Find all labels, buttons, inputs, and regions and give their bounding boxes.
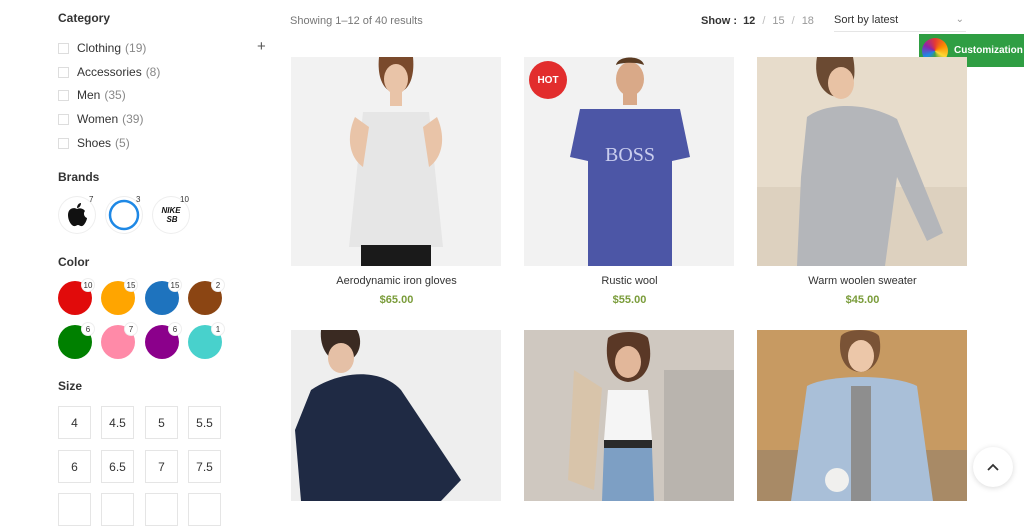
- size-title: Size: [58, 379, 83, 393]
- size-option[interactable]: [58, 493, 91, 526]
- product-image[interactable]: [757, 57, 967, 266]
- product-photo-woman-white-tank: [524, 330, 734, 501]
- product-name[interactable]: Aerodynamic iron gloves: [291, 275, 502, 287]
- product-image[interactable]: [291, 330, 501, 501]
- checkbox[interactable]: [58, 66, 69, 78]
- category-label: Accessories: [77, 65, 142, 79]
- customization-label: Customization: [954, 45, 1023, 56]
- color-count: 2: [212, 279, 224, 291]
- product-name[interactable]: Warm woolen sweater: [757, 275, 968, 287]
- category-label: Women: [77, 112, 119, 126]
- checkbox[interactable]: [58, 137, 69, 149]
- sort-label: Sort by latest: [834, 14, 899, 26]
- size-option[interactable]: 6: [58, 450, 91, 483]
- sort-select[interactable]: Sort by latest ⌄: [834, 11, 966, 32]
- size-option[interactable]: [145, 493, 178, 526]
- color-swatch-pink[interactable]: 7: [101, 323, 137, 359]
- show-option-18[interactable]: 18: [802, 15, 814, 27]
- category-title: Category: [58, 11, 111, 25]
- category-count: (8): [145, 65, 161, 79]
- category-count: (5): [115, 136, 130, 150]
- color-swatch-brown[interactable]: 2: [188, 279, 224, 315]
- product-photo-woman-navy-coat: [291, 330, 501, 501]
- color-count: 7: [125, 323, 137, 335]
- product-price: $45.00: [845, 294, 880, 306]
- svg-text:SB: SB: [166, 215, 177, 224]
- product-image[interactable]: [524, 330, 734, 501]
- size-option[interactable]: 7: [145, 450, 178, 483]
- brand-count: 10: [180, 195, 189, 204]
- product-name[interactable]: Rustic wool: [524, 275, 735, 287]
- scroll-to-top-button[interactable]: [973, 447, 1013, 487]
- chevron-down-icon: ⌄: [955, 14, 964, 25]
- results-count: Showing 1–12 of 40 results: [290, 15, 423, 27]
- svg-text:NIKE: NIKE: [161, 206, 181, 215]
- hot-badge: HOT: [529, 61, 567, 99]
- show-label: Show :: [701, 15, 738, 27]
- color-count: 6: [169, 323, 181, 335]
- color-count: 15: [169, 279, 181, 291]
- category-count: (35): [104, 88, 126, 102]
- color-swatch-green[interactable]: 6: [58, 323, 94, 359]
- chevron-up-icon: [987, 463, 999, 471]
- category-label: Men: [77, 88, 101, 102]
- product-price: $65.00: [379, 294, 414, 306]
- size-option[interactable]: [101, 493, 134, 526]
- checkbox[interactable]: [58, 113, 69, 125]
- checkbox[interactable]: [58, 42, 69, 54]
- color-count: 15: [125, 279, 137, 291]
- show-option-12[interactable]: 12: [743, 15, 755, 27]
- category-item-shoes[interactable]: Shoes (5): [58, 136, 130, 150]
- expand-plus-icon[interactable]: +: [257, 39, 266, 54]
- product-photo-woman-light-blue-coat: [757, 330, 967, 501]
- category-label: Clothing: [77, 41, 122, 55]
- brand-count: 3: [136, 195, 141, 204]
- color-swatch-turquoise[interactable]: 1: [188, 323, 224, 359]
- size-option[interactable]: 4: [58, 406, 91, 439]
- product-image[interactable]: [757, 330, 967, 501]
- product-price: $55.00: [612, 294, 647, 306]
- category-count: (19): [125, 41, 147, 55]
- size-option[interactable]: 5: [145, 406, 178, 439]
- tshirt-print-text: BOSS: [605, 144, 655, 166]
- apple-logo-icon: [68, 203, 87, 227]
- color-count: 1: [212, 323, 224, 335]
- color-swatch-blue[interactable]: 15: [145, 279, 181, 315]
- color-swatch-orange[interactable]: 15: [101, 279, 137, 315]
- size-option[interactable]: 6.5: [101, 450, 134, 483]
- product-photo-woman-grey-sweater: [757, 57, 967, 266]
- color-count: 10: [82, 279, 94, 291]
- category-item-clothing[interactable]: Clothing (19): [58, 41, 146, 55]
- size-option[interactable]: 5.5: [188, 406, 221, 439]
- category-item-men[interactable]: Men (35): [58, 88, 126, 102]
- category-count: (39): [122, 112, 144, 126]
- color-swatch-red[interactable]: 10: [58, 279, 94, 315]
- size-option[interactable]: 7.5: [188, 450, 221, 483]
- brands-title: Brands: [58, 170, 100, 184]
- checkbox[interactable]: [58, 89, 69, 101]
- color-swatch-purple[interactable]: 6: [145, 323, 181, 359]
- product-image[interactable]: [291, 57, 501, 266]
- color-count: 6: [82, 323, 94, 335]
- category-item-women[interactable]: Women (39): [58, 112, 143, 126]
- size-option[interactable]: 4.5: [101, 406, 134, 439]
- category-label: Shoes: [77, 136, 112, 150]
- category-item-accessories[interactable]: Accessories (8): [58, 65, 160, 79]
- color-title: Color: [58, 255, 90, 269]
- show-option-15[interactable]: 15: [772, 15, 784, 27]
- brand-count: 7: [89, 195, 94, 204]
- show-per-page: Show : 12 / 15 / 18: [701, 15, 814, 27]
- product-photo-woman-white-top: [291, 57, 501, 266]
- size-option[interactable]: [188, 493, 221, 526]
